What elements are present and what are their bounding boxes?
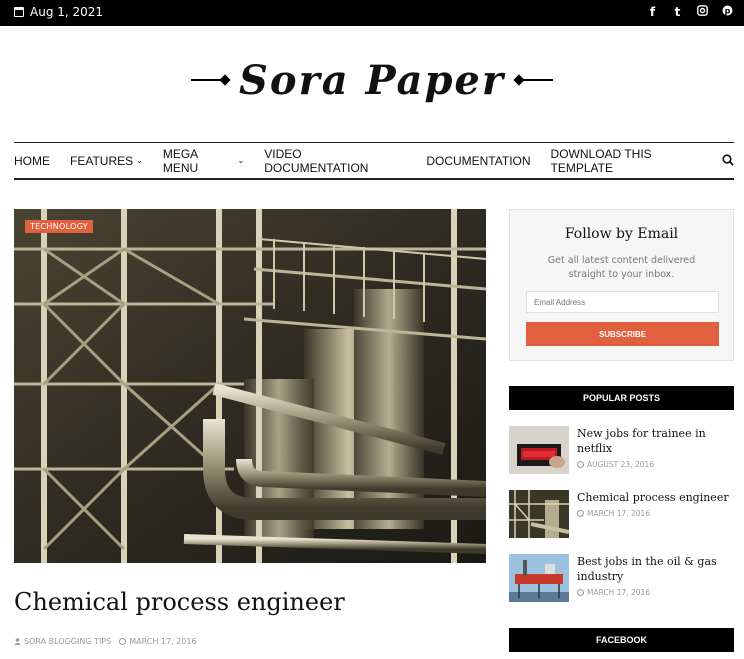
popular-posts-heading: POPULAR POSTS [509, 386, 734, 410]
featured-post-image[interactable]: TECHNOLOGY [14, 209, 486, 563]
clock-icon [577, 461, 584, 468]
site-logo[interactable]: Sora Paper [0, 50, 744, 110]
svg-text:p: p [725, 6, 731, 15]
chevron-down-icon: ⌄ [136, 156, 143, 165]
calendar-icon [14, 7, 24, 17]
popular-post-item[interactable]: Chemical process engineer MARCH 17, 2016 [509, 490, 734, 540]
post-author[interactable]: SORA BLOGGING TIPS [14, 637, 111, 646]
facebook-icon[interactable]: f [646, 5, 659, 19]
nav-download-template[interactable]: DOWNLOAD THIS TEMPLATE [551, 147, 714, 175]
popular-post-title[interactable]: New jobs for trainee in netflix [577, 426, 734, 456]
popular-post-date: MARCH 17, 2016 [577, 588, 734, 597]
date-text: Aug 1, 2021 [30, 5, 104, 19]
post-meta: SORA BLOGGING TIPS MARCH 17, 2016 [14, 637, 197, 646]
social-links: f t p [646, 5, 734, 19]
subscribe-button[interactable]: SUBSCRIBE [526, 322, 719, 346]
logo-text: Sora Paper [239, 56, 505, 104]
post-date: MARCH 17, 2016 [119, 637, 197, 646]
clock-icon [119, 638, 127, 645]
clock-icon [577, 589, 584, 596]
widget-description: Get all latest content delivered straigh… [547, 255, 696, 280]
widget-title: Follow by Email [564, 226, 679, 242]
logo-flourish-left [191, 76, 230, 84]
twitter-icon[interactable]: t [671, 5, 684, 19]
chevron-down-icon: ⌄ [237, 156, 245, 165]
plant-thumbnail[interactable] [509, 490, 569, 538]
nav-features[interactable]: FEATURES ⌄ [70, 154, 143, 168]
popular-post-item[interactable]: Best jobs in the oil & gas industry MARC… [509, 554, 734, 604]
popular-post-date: AUGUST 23, 2016 [577, 460, 734, 469]
post-title[interactable]: Chemical process engineer [14, 588, 345, 616]
popular-post-item[interactable]: New jobs for trainee in netflix AUGUST 2… [509, 426, 734, 476]
nav-documentation[interactable]: DOCUMENTATION [426, 154, 530, 168]
facebook-heading: FACEBOOK [509, 628, 734, 652]
date-display: Aug 1, 2021 [14, 5, 103, 19]
netflix-thumbnail[interactable] [509, 426, 569, 474]
popular-post-date: MARCH 17, 2016 [577, 509, 729, 518]
instagram-icon[interactable] [696, 5, 709, 19]
search-icon[interactable] [722, 154, 734, 166]
nav-home[interactable]: HOME [14, 154, 50, 168]
category-badge[interactable]: TECHNOLOGY [25, 220, 93, 233]
clock-icon [577, 510, 584, 517]
follow-by-email-widget: Follow by Email Get all latest content d… [509, 209, 734, 361]
email-field[interactable] [526, 291, 719, 313]
popular-post-title[interactable]: Best jobs in the oil & gas industry [577, 554, 734, 584]
main-nav: HOME FEATURES ⌄ MEGA MENU ⌄ VIDEO DOCUMENT… [14, 142, 734, 180]
nav-mega-menu[interactable]: MEGA MENU ⌄ [163, 147, 244, 175]
top-bar: Aug 1, 2021 f t p [0, 0, 744, 26]
logo-flourish-right [514, 76, 553, 84]
pinterest-icon[interactable]: p [721, 5, 734, 19]
industrial-plant-image [14, 209, 486, 563]
user-icon [14, 638, 21, 645]
nav-video-documentation[interactable]: VIDEO DOCUMENTATION [264, 147, 406, 175]
popular-post-title[interactable]: Chemical process engineer [577, 490, 729, 505]
oil-rig-thumbnail[interactable] [509, 554, 569, 602]
